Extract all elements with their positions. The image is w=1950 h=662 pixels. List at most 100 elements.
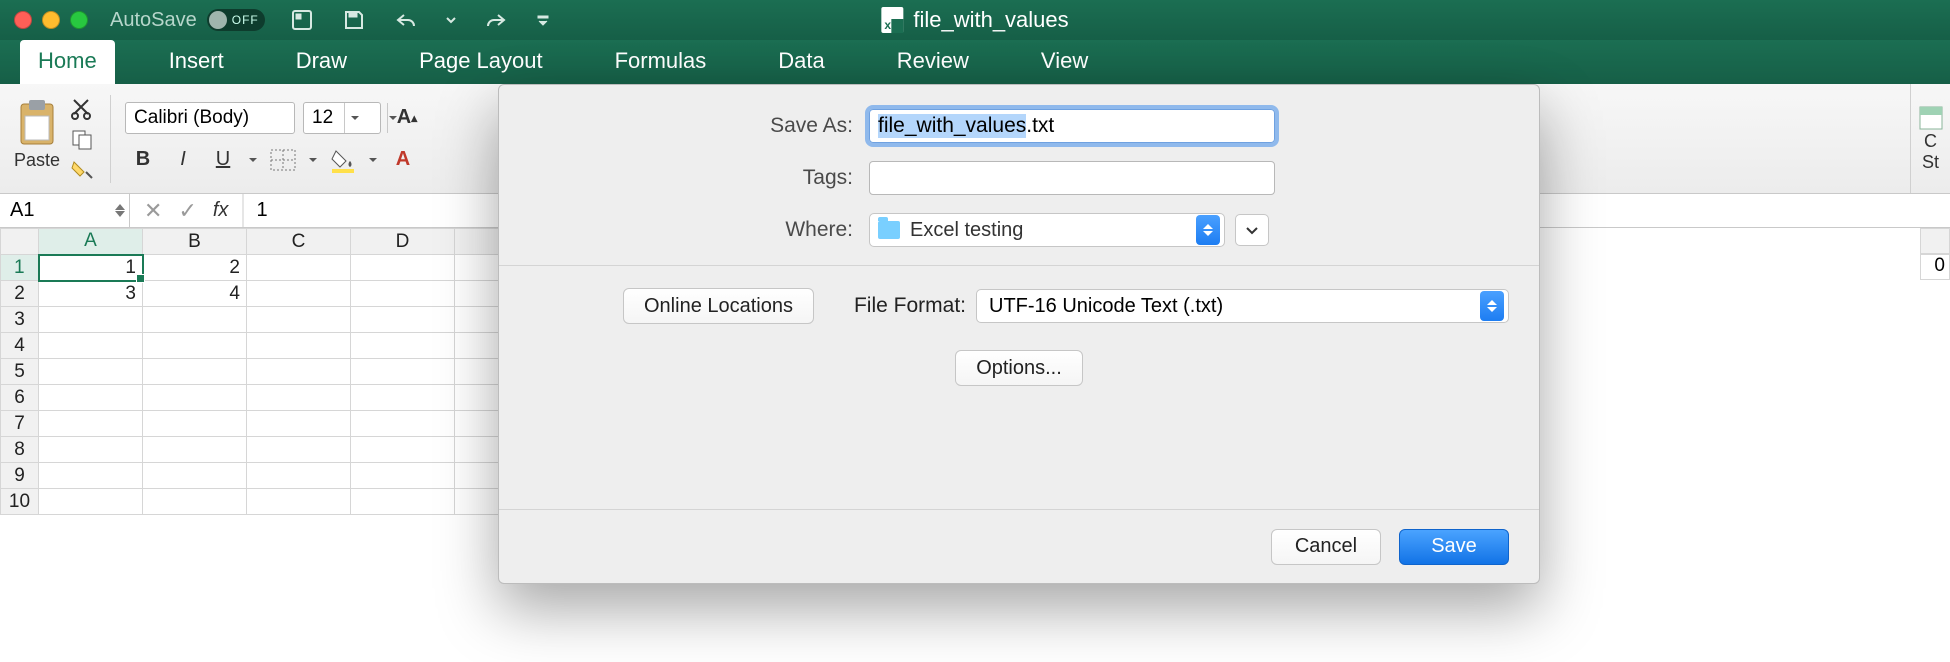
qat-overflow-icon[interactable] bbox=[536, 8, 550, 32]
formula-value: 1 bbox=[256, 199, 267, 222]
file-format-label: File Format: bbox=[854, 294, 966, 318]
right-cell[interactable]: 0 bbox=[1920, 254, 1950, 280]
cell-a2[interactable]: 3 bbox=[39, 281, 143, 307]
copy-icon[interactable] bbox=[70, 128, 96, 150]
where-label: Where: bbox=[529, 218, 869, 242]
save-button[interactable]: Save bbox=[1399, 529, 1509, 565]
formula-controls: ✕ ✓ fx bbox=[130, 194, 243, 227]
accept-formula-icon[interactable]: ✓ bbox=[178, 198, 196, 224]
expand-browser-button[interactable] bbox=[1235, 214, 1269, 246]
folder-icon bbox=[878, 221, 900, 239]
clipboard-group: Paste bbox=[14, 98, 96, 180]
filename-ext: .txt bbox=[1026, 114, 1054, 138]
save-icon[interactable] bbox=[342, 8, 366, 32]
cell-a1[interactable]: 1 bbox=[39, 255, 143, 281]
name-box-value: A1 bbox=[10, 199, 34, 222]
autosave-switch[interactable]: OFF bbox=[207, 9, 265, 31]
column-header-b[interactable]: B bbox=[143, 229, 247, 255]
cell-d1[interactable] bbox=[351, 255, 455, 281]
font-color-button[interactable]: A bbox=[385, 144, 421, 176]
file-format-stepper-icon[interactable] bbox=[1480, 291, 1504, 321]
increase-font-icon[interactable]: A▴ bbox=[389, 102, 425, 134]
right-sheet-fragment: 0 bbox=[1920, 228, 1950, 280]
italic-button[interactable]: I bbox=[165, 144, 201, 176]
row-header-4[interactable]: 4 bbox=[1, 333, 39, 359]
options-button[interactable]: Options... bbox=[955, 350, 1083, 386]
column-header-c[interactable]: C bbox=[247, 229, 351, 255]
minimize-window-icon[interactable] bbox=[42, 11, 60, 29]
autosave-state: OFF bbox=[232, 13, 259, 27]
row-header-8[interactable]: 8 bbox=[1, 437, 39, 463]
chevron-down-icon[interactable] bbox=[344, 103, 364, 133]
ribbon-cell-styles-clip[interactable]: C St bbox=[1910, 84, 1950, 193]
format-painter-icon[interactable] bbox=[70, 158, 96, 180]
paste-label: Paste bbox=[14, 150, 60, 171]
underline-dropdown-icon[interactable] bbox=[245, 155, 261, 165]
close-window-icon[interactable] bbox=[14, 11, 32, 29]
cut-icon[interactable] bbox=[70, 98, 96, 120]
tab-page-layout[interactable]: Page Layout bbox=[401, 40, 561, 84]
fullscreen-window-icon[interactable] bbox=[70, 11, 88, 29]
fx-icon[interactable]: fx bbox=[213, 199, 229, 222]
font-name-combo[interactable] bbox=[125, 102, 295, 134]
font-size-combo[interactable] bbox=[303, 102, 381, 134]
where-stepper-icon[interactable] bbox=[1196, 215, 1220, 245]
group-divider bbox=[110, 95, 111, 183]
row-header-7[interactable]: 7 bbox=[1, 411, 39, 437]
paste-button[interactable]: Paste bbox=[14, 98, 60, 171]
font-size-input[interactable] bbox=[304, 107, 344, 129]
underline-button[interactable]: U bbox=[205, 144, 241, 176]
filename-selected: file_with_values bbox=[878, 114, 1026, 138]
column-header-d[interactable]: D bbox=[351, 229, 455, 255]
where-value: Excel testing bbox=[910, 219, 1023, 242]
fill-color-button[interactable] bbox=[325, 144, 361, 176]
row-header-5[interactable]: 5 bbox=[1, 359, 39, 385]
tab-review[interactable]: Review bbox=[879, 40, 987, 84]
ribbon-tabs: Home Insert Draw Page Layout Formulas Da… bbox=[0, 40, 1950, 84]
undo-dropdown-icon[interactable] bbox=[446, 8, 456, 32]
borders-dropdown-icon[interactable] bbox=[305, 155, 321, 165]
cell-b1[interactable]: 2 bbox=[143, 255, 247, 281]
file-format-select[interactable]: UTF-16 Unicode Text (.txt) bbox=[976, 289, 1509, 323]
clipboard-icon bbox=[15, 98, 59, 148]
tab-home[interactable]: Home bbox=[20, 40, 115, 84]
name-box[interactable]: A1 bbox=[0, 194, 130, 227]
tab-insert[interactable]: Insert bbox=[151, 40, 242, 84]
row-header-10[interactable]: 10 bbox=[1, 489, 39, 515]
autosave-toggle[interactable]: AutoSave OFF bbox=[110, 9, 265, 32]
column-header-a[interactable]: A bbox=[39, 229, 143, 255]
row-header-6[interactable]: 6 bbox=[1, 385, 39, 411]
titlebar: AutoSave OFF file_with_values bbox=[0, 0, 1950, 40]
name-box-stepper[interactable] bbox=[115, 204, 125, 217]
row-header-2[interactable]: 2 bbox=[1, 281, 39, 307]
cancel-formula-icon[interactable]: ✕ bbox=[144, 198, 162, 224]
redo-icon[interactable] bbox=[484, 8, 508, 32]
document-title: file_with_values bbox=[881, 7, 1068, 33]
window-controls bbox=[14, 11, 88, 29]
where-select[interactable]: Excel testing bbox=[869, 213, 1225, 247]
online-locations-button[interactable]: Online Locations bbox=[623, 288, 814, 324]
excel-file-icon bbox=[881, 7, 903, 33]
tab-draw[interactable]: Draw bbox=[278, 40, 365, 84]
tags-input[interactable] bbox=[869, 161, 1275, 195]
cell-b2[interactable]: 4 bbox=[143, 281, 247, 307]
row-header-9[interactable]: 9 bbox=[1, 463, 39, 489]
templates-icon[interactable] bbox=[290, 8, 314, 32]
file-format-value: UTF-16 Unicode Text (.txt) bbox=[989, 295, 1223, 318]
bold-button[interactable]: B bbox=[125, 144, 161, 176]
row-header-1[interactable]: 1 bbox=[1, 255, 39, 281]
dialog-footer: Cancel Save bbox=[499, 509, 1539, 583]
save-as-input[interactable]: file_with_values.txt bbox=[869, 109, 1275, 143]
tab-formulas[interactable]: Formulas bbox=[597, 40, 725, 84]
fill-dropdown-icon[interactable] bbox=[365, 155, 381, 165]
autosave-label: AutoSave bbox=[110, 9, 197, 32]
select-all-corner[interactable] bbox=[1, 229, 39, 255]
cell-c1[interactable] bbox=[247, 255, 351, 281]
tab-view[interactable]: View bbox=[1023, 40, 1106, 84]
undo-icon[interactable] bbox=[394, 8, 418, 32]
cancel-button[interactable]: Cancel bbox=[1271, 529, 1381, 565]
row-header-3[interactable]: 3 bbox=[1, 307, 39, 333]
borders-button[interactable] bbox=[265, 144, 301, 176]
cell-styles-label-1: C bbox=[1924, 131, 1937, 152]
tab-data[interactable]: Data bbox=[760, 40, 842, 84]
